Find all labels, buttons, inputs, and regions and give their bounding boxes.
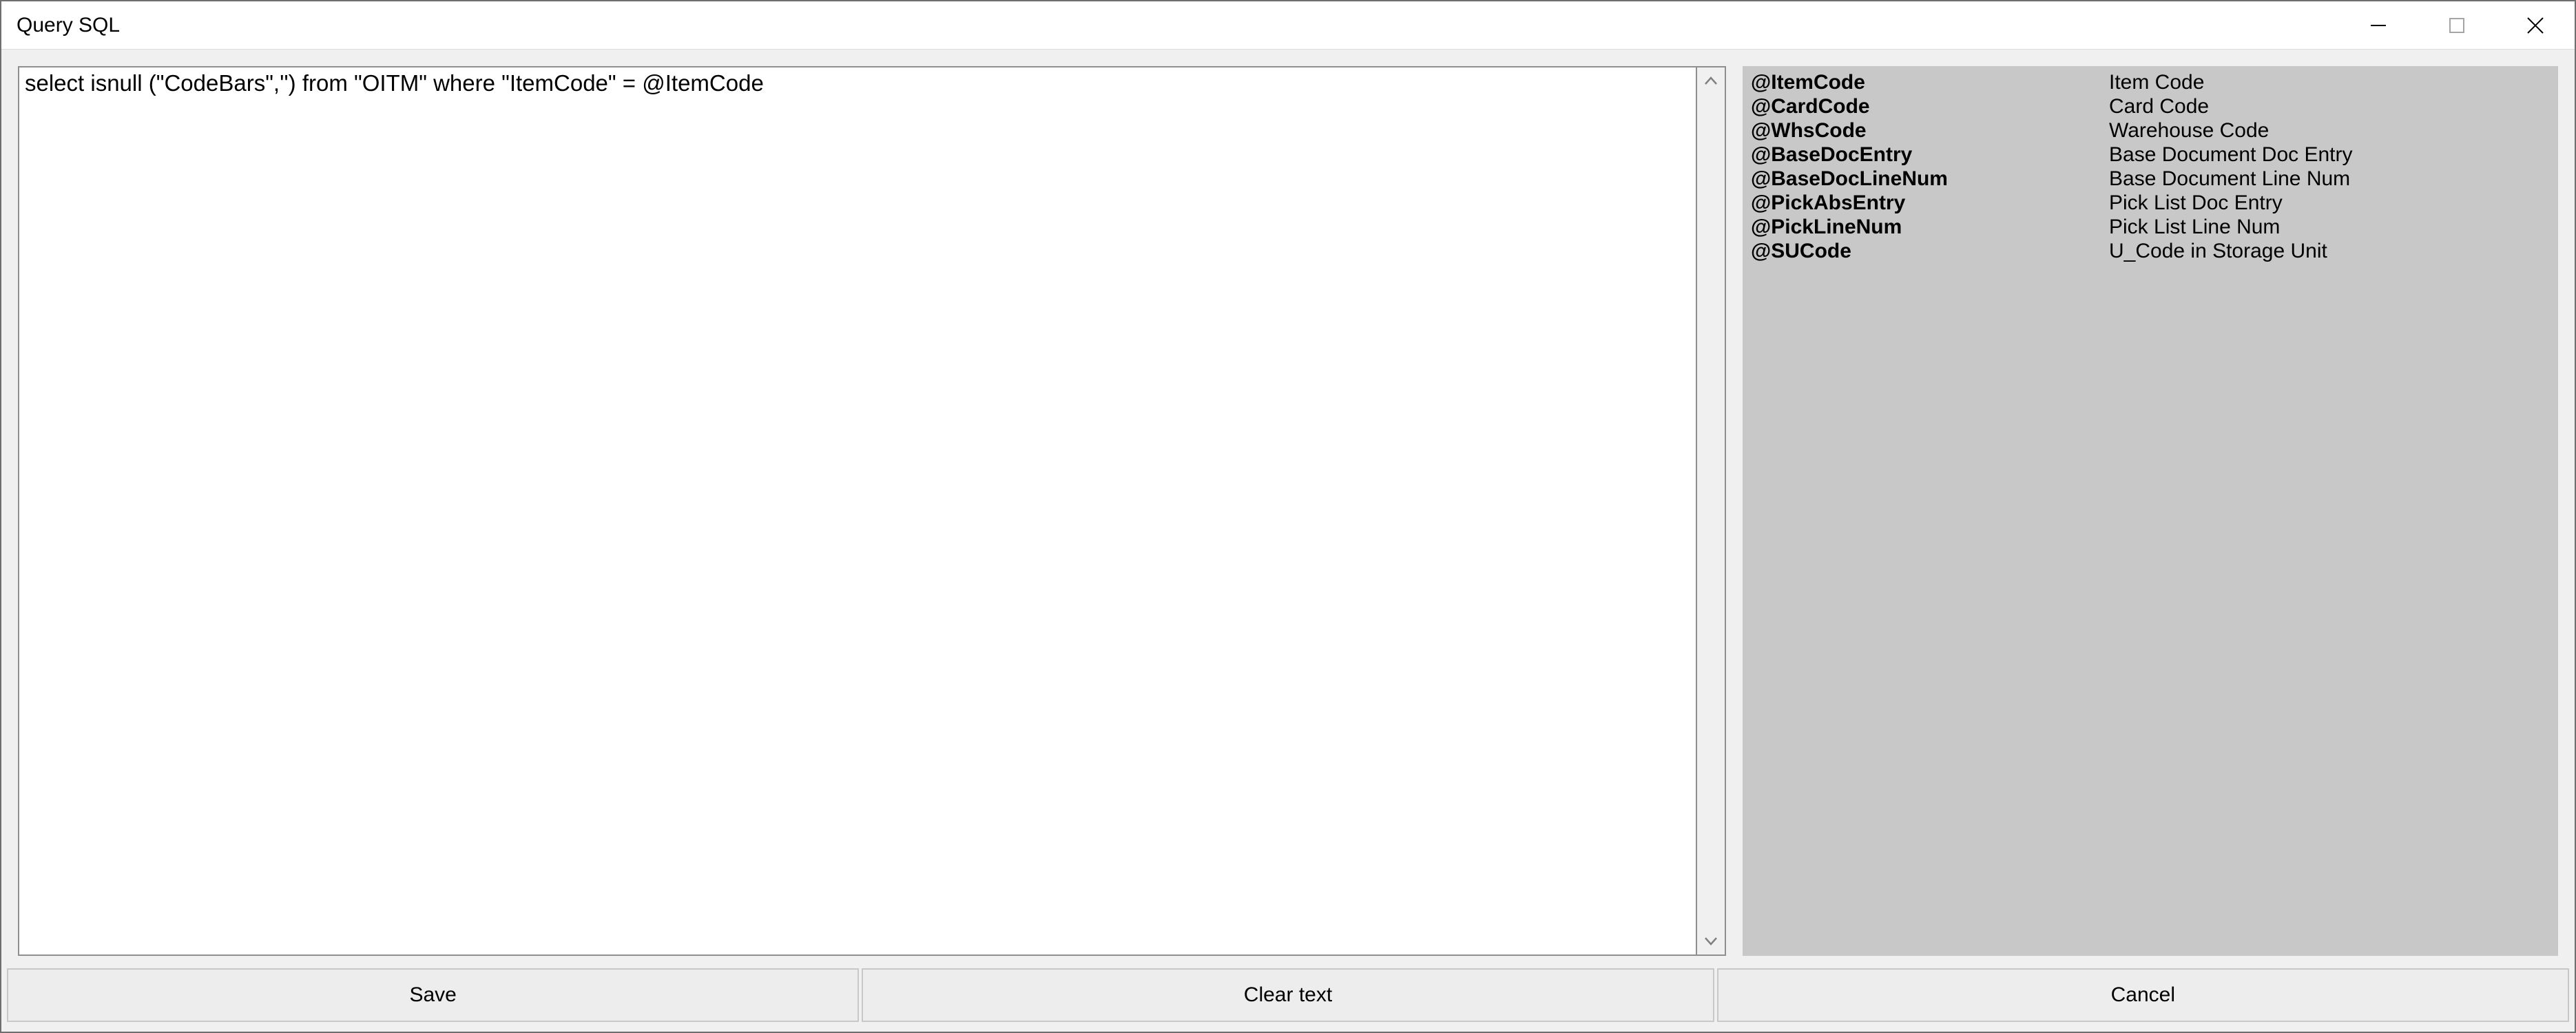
param-name: @PickLineNum xyxy=(1751,215,2109,239)
button-row: Save Clear text Cancel xyxy=(1,956,2575,1032)
minimize-icon xyxy=(2369,17,2387,34)
param-desc: Item Code xyxy=(2109,70,2550,94)
param-row: @PickAbsEntry Pick List Doc Entry xyxy=(1751,191,2550,215)
maximize-icon xyxy=(2449,17,2465,34)
window-title: Query SQL xyxy=(1,14,2339,37)
param-name: @BaseDocEntry xyxy=(1751,143,2109,167)
param-name: @SUCode xyxy=(1751,239,2109,263)
param-name: @WhsCode xyxy=(1751,118,2109,143)
param-row: @ItemCode Item Code xyxy=(1751,70,2550,94)
close-icon xyxy=(2526,16,2545,35)
param-desc: U_Code in Storage Unit xyxy=(2109,239,2550,263)
save-button[interactable]: Save xyxy=(7,968,859,1022)
param-desc: Card Code xyxy=(2109,94,2550,118)
sql-editor[interactable] xyxy=(18,66,1697,956)
param-row: @SUCode U_Code in Storage Unit xyxy=(1751,239,2550,263)
maximize-button[interactable] xyxy=(2418,1,2496,49)
param-desc: Base Document Line Num xyxy=(2109,167,2550,191)
window-controls xyxy=(2339,1,2575,49)
query-sql-window: Query SQL xyxy=(0,0,2576,1033)
chevron-up-icon xyxy=(1704,76,1718,85)
param-row: @BaseDocEntry Base Document Doc Entry xyxy=(1751,143,2550,167)
param-row: @PickLineNum Pick List Line Num xyxy=(1751,215,2550,239)
cancel-button[interactable]: Cancel xyxy=(1717,968,2569,1022)
param-name: @CardCode xyxy=(1751,94,2109,118)
editor-container xyxy=(18,66,1726,956)
clear-button[interactable]: Clear text xyxy=(862,968,1714,1022)
param-desc: Base Document Doc Entry xyxy=(2109,143,2550,167)
close-button[interactable] xyxy=(2496,1,2575,49)
minimize-button[interactable] xyxy=(2339,1,2418,49)
param-name: @PickAbsEntry xyxy=(1751,191,2109,215)
param-row: @CardCode Card Code xyxy=(1751,94,2550,118)
param-row: @WhsCode Warehouse Code xyxy=(1751,118,2550,143)
param-name: @BaseDocLineNum xyxy=(1751,167,2109,191)
chevron-down-icon xyxy=(1704,937,1718,946)
scroll-down-arrow[interactable] xyxy=(1697,928,1725,954)
editor-scrollbar[interactable] xyxy=(1697,66,1726,956)
param-name: @ItemCode xyxy=(1751,70,2109,94)
param-desc: Warehouse Code xyxy=(2109,118,2550,143)
parameters-panel: @ItemCode Item Code @CardCode Card Code … xyxy=(1743,66,2558,956)
param-desc: Pick List Line Num xyxy=(2109,215,2550,239)
title-bar: Query SQL xyxy=(1,1,2575,50)
param-row: @BaseDocLineNum Base Document Line Num xyxy=(1751,167,2550,191)
body-area: @ItemCode Item Code @CardCode Card Code … xyxy=(1,50,2575,956)
param-desc: Pick List Doc Entry xyxy=(2109,191,2550,215)
scroll-up-arrow[interactable] xyxy=(1697,67,1725,94)
